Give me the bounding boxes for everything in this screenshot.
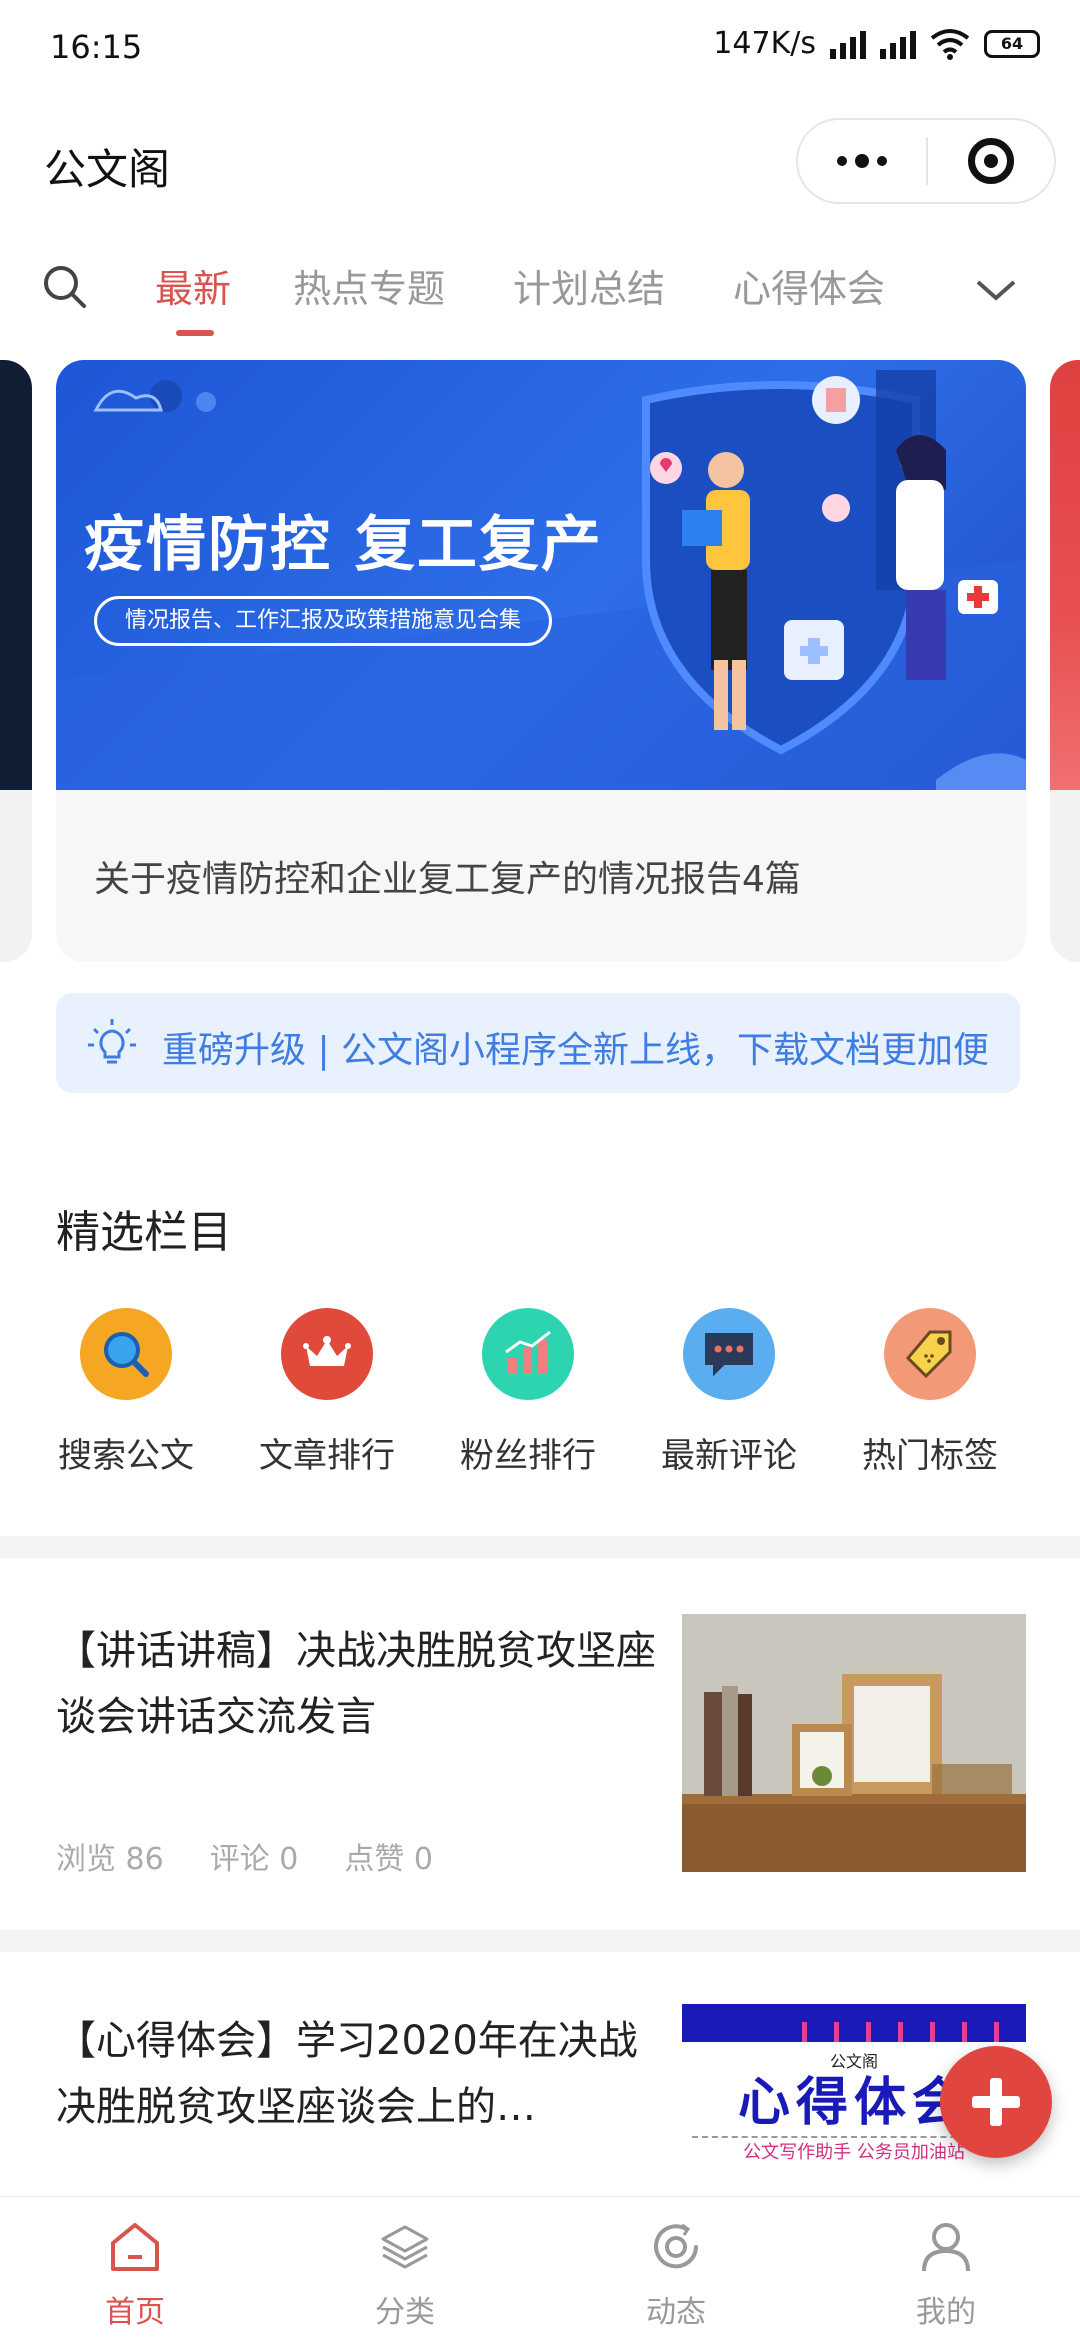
banner-caption: 关于疫情防控和企业复工复产的情况报告4篇 — [94, 859, 801, 900]
notice-bar[interactable]: 重磅升级 | 公文阁小程序全新上线，下载文档更加便 — [56, 993, 1020, 1093]
featured-latest-comments[interactable]: 最新评论 — [629, 1308, 829, 1477]
featured-search[interactable]: 搜索公文 — [26, 1308, 226, 1477]
battery-icon: 64 — [984, 29, 1040, 58]
tabbar-activity-label: 动态 — [646, 2295, 706, 2330]
article-title[interactable]: 【讲话讲稿】决战决胜脱贫攻坚座谈会讲话交流发言 — [56, 1618, 656, 1750]
tab-hot-topics[interactable]: 热点专题 — [293, 258, 445, 313]
banner-card[interactable]: 疫情防控 复工复产 情况报告、工作汇报及政策措施意见合集 关于疫情防控和企业复工… — [56, 360, 1026, 962]
featured-latest-comments-label: 最新评论 — [661, 1436, 797, 1476]
layers-icon — [381, 2225, 429, 2269]
tab-experience[interactable]: 心得体会 — [733, 258, 885, 313]
signal-icon-2 — [880, 29, 916, 59]
notice-text: 重磅升级 | 公文阁小程序全新上线，下载文档更加便 — [162, 1030, 990, 1071]
user-icon — [922, 2223, 970, 2272]
banner-subtitle: 情况报告、工作汇报及政策措施意见合集 — [94, 596, 553, 646]
featured-article-ranking-label: 文章排行 — [259, 1436, 395, 1476]
article-views: 浏览 86 — [56, 1842, 164, 1877]
close-mini-program-button[interactable] — [928, 138, 1054, 184]
target-icon — [968, 138, 1014, 184]
chevron-down-icon[interactable] — [974, 276, 1018, 304]
search-icon[interactable] — [40, 262, 90, 312]
active-tab-indicator — [176, 330, 214, 336]
crown-icon — [303, 1336, 351, 1366]
featured-hot-tags[interactable]: 热门标签 — [830, 1308, 1030, 1477]
tabbar-home-label: 首页 — [105, 2295, 165, 2330]
carousel-peek-left[interactable] — [0, 360, 32, 962]
article-meta: 浏览 86 评论 0 点赞 0 — [56, 1834, 433, 1878]
featured-fans-ranking-label: 粉丝排行 — [460, 1436, 596, 1476]
tab-latest[interactable]: 最新 — [155, 258, 231, 313]
featured-search-label: 搜索公文 — [58, 1436, 194, 1476]
featured-section-title: 精选栏目 — [56, 1207, 232, 1258]
status-right: 147K/s 64 — [713, 26, 1040, 61]
more-button[interactable] — [798, 154, 926, 168]
status-bar: 16:15 147K/s 64 — [0, 0, 1080, 96]
bottom-tab-bar: 首页 分类 动态 我的 — [0, 2196, 1080, 2340]
activity-icon — [654, 2223, 698, 2269]
banner-headline: 疫情防控 复工复产 — [84, 510, 603, 580]
status-time: 16:15 — [50, 28, 143, 66]
lightbulb-icon — [88, 1019, 136, 1064]
tag-icon — [905, 1330, 952, 1379]
search-icon — [104, 1332, 149, 1377]
signal-icon — [830, 29, 866, 59]
plus-icon — [972, 2078, 1020, 2126]
banner-image: 疫情防控 复工复产 情况报告、工作汇报及政策措施意见合集 — [56, 360, 1026, 790]
tabbar-activity[interactable]: 动态 — [596, 2219, 756, 2331]
mini-program-capsule — [796, 118, 1056, 204]
section-divider — [0, 1536, 1080, 1558]
featured-article-ranking[interactable]: 文章排行 — [227, 1308, 427, 1477]
featured-fans-ranking[interactable]: 粉丝排行 — [428, 1308, 628, 1477]
comment-icon — [705, 1333, 753, 1377]
network-speed: 147K/s — [713, 26, 816, 61]
article-title[interactable]: 【心得体会】学习2020年在决战决胜脱贫攻坚座谈会上的… — [56, 2008, 656, 2140]
article-thumbnail[interactable] — [682, 1614, 1026, 1872]
home-icon — [111, 2223, 159, 2271]
featured-hot-tags-label: 热门标签 — [862, 1436, 998, 1476]
carousel-peek-right[interactable] — [1050, 360, 1080, 962]
section-divider — [0, 1930, 1080, 1952]
chart-icon — [505, 1330, 551, 1374]
category-tabs: 最新 热点专题 计划总结 心得体会 — [0, 250, 1080, 340]
tabbar-home[interactable]: 首页 — [55, 2219, 215, 2331]
page-title: 公文阁 — [44, 145, 171, 194]
tabbar-category[interactable]: 分类 — [325, 2219, 485, 2331]
tabbar-profile-label: 我的 — [916, 2295, 976, 2330]
article-comments: 评论 0 — [209, 1842, 299, 1877]
wifi-icon — [930, 28, 970, 60]
tabbar-profile[interactable]: 我的 — [866, 2219, 1026, 2331]
article-likes: 点赞 0 — [344, 1842, 433, 1877]
add-button[interactable] — [940, 2046, 1052, 2158]
tab-plan-summary[interactable]: 计划总结 — [513, 258, 665, 313]
tabbar-category-label: 分类 — [375, 2295, 435, 2330]
